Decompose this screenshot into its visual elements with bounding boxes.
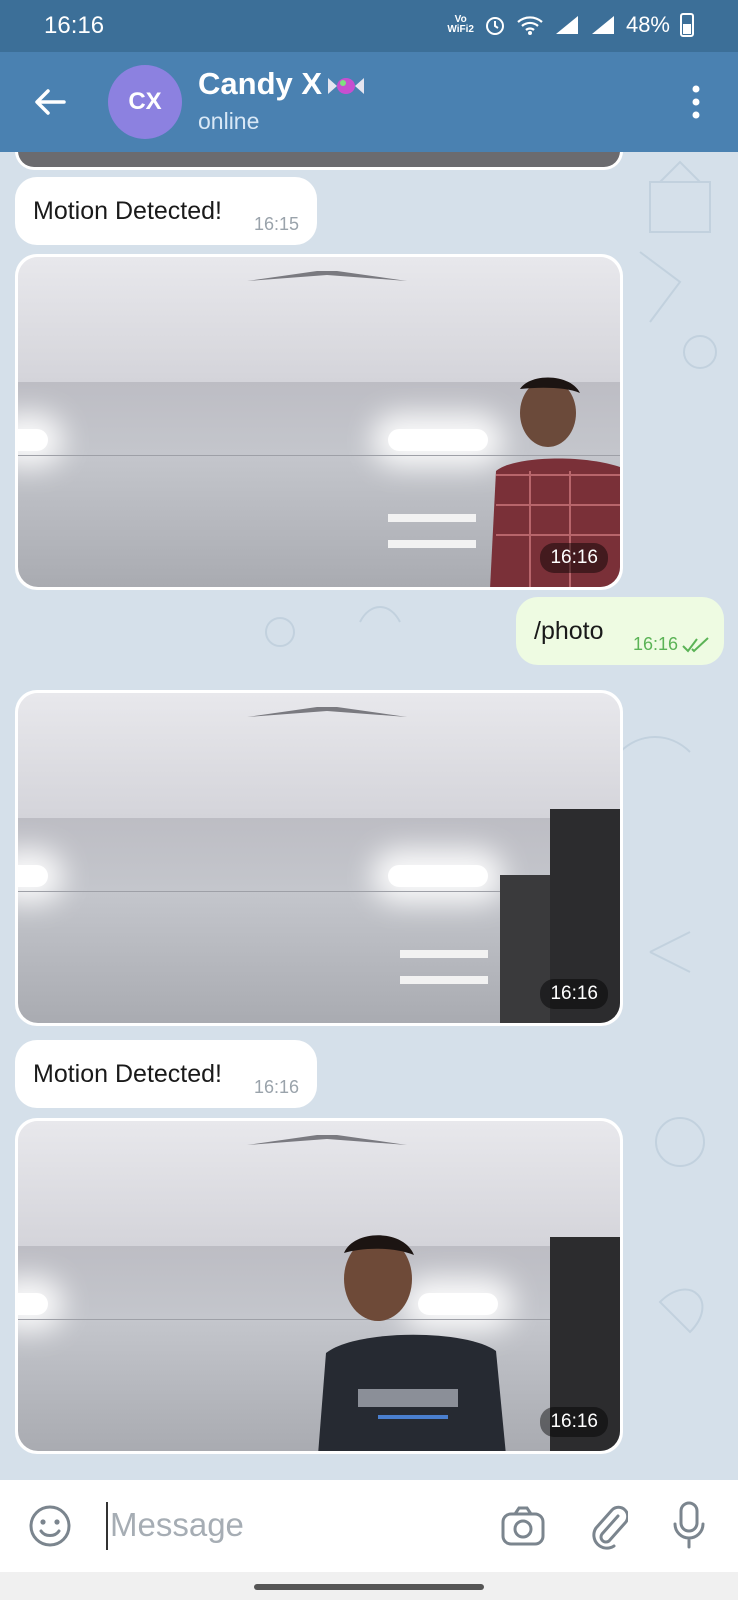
telegram-chat-screen: 16:16 Vo WiFi2 48% CX Candy X online Mot… <box>0 0 738 1600</box>
camera-photo: 16:16 <box>18 257 620 587</box>
message-bubble-in[interactable]: Motion Detected! 16:16 <box>15 1040 317 1108</box>
status-time: 16:16 <box>44 12 105 39</box>
system-navigation-bar <box>0 1572 738 1600</box>
status-bar: 16:16 Vo WiFi2 48% <box>0 0 738 52</box>
wifi-icon <box>517 16 543 35</box>
photo-message-cropped[interactable] <box>15 152 623 170</box>
message-bubble-out[interactable]: /photo 16:16 <box>516 597 724 665</box>
status-icons: Vo WiFi2 48% <box>447 12 694 38</box>
more-vertical-icon[interactable] <box>690 84 702 120</box>
message-time: 16:16 <box>632 634 678 654</box>
photo-time: 16:16 <box>540 1407 608 1437</box>
emoji-icon[interactable] <box>28 1504 72 1548</box>
battery-percent: 48% <box>625 12 670 37</box>
chat-title[interactable]: Candy X <box>198 66 366 102</box>
double-check-icon <box>682 637 709 653</box>
message-text: Motion Detected! <box>33 197 222 225</box>
camera-photo: 16:16 <box>18 1121 620 1451</box>
home-gesture-bar[interactable] <box>254 1584 484 1590</box>
signal-icon-1 <box>555 16 578 34</box>
arrow-left-icon[interactable] <box>30 82 70 122</box>
camera-photo: 16:16 <box>18 693 620 1023</box>
chat-status: online <box>198 108 260 134</box>
photo-message[interactable]: 16:16 <box>15 690 623 1026</box>
ceiling-fan <box>246 706 407 717</box>
person-figure <box>318 1235 506 1451</box>
signal-icon-2 <box>591 16 614 34</box>
photo-message[interactable]: 16:16 <box>15 254 623 590</box>
photo-time: 16:16 <box>540 979 608 1009</box>
message-text: Motion Detected! <box>33 1060 222 1088</box>
ceiling-fan <box>246 270 407 281</box>
message-list[interactable]: Motion Detected! 16:15 16:16 /photo 16:1… <box>0 152 738 1480</box>
message-bubble-in[interactable]: Motion Detected! 16:15 <box>15 177 317 245</box>
paperclip-icon[interactable] <box>588 1502 628 1550</box>
ceiling-fan <box>246 1134 407 1145</box>
vowifi-icon: Vo WiFi2 <box>447 14 474 35</box>
avatar[interactable]: CX <box>108 65 182 139</box>
battery-icon <box>680 13 694 37</box>
candy-emoji-icon <box>328 77 365 94</box>
message-input-bar: Message <box>0 1480 738 1572</box>
photo-time: 16:16 <box>540 543 608 573</box>
message-time: 16:16 <box>253 1077 299 1097</box>
message-text: /photo <box>534 617 604 645</box>
message-time: 16:15 <box>253 214 299 234</box>
chat-header: CX Candy X online <box>0 52 738 152</box>
alarm-icon <box>485 17 504 35</box>
text-caret <box>106 1502 108 1550</box>
photo-message[interactable]: 16:16 <box>15 1118 623 1454</box>
camera-icon[interactable] <box>500 1504 546 1548</box>
message-input[interactable]: Message <box>110 1506 244 1544</box>
microphone-icon[interactable] <box>672 1500 706 1550</box>
chat-title-text: Candy X <box>198 66 323 101</box>
